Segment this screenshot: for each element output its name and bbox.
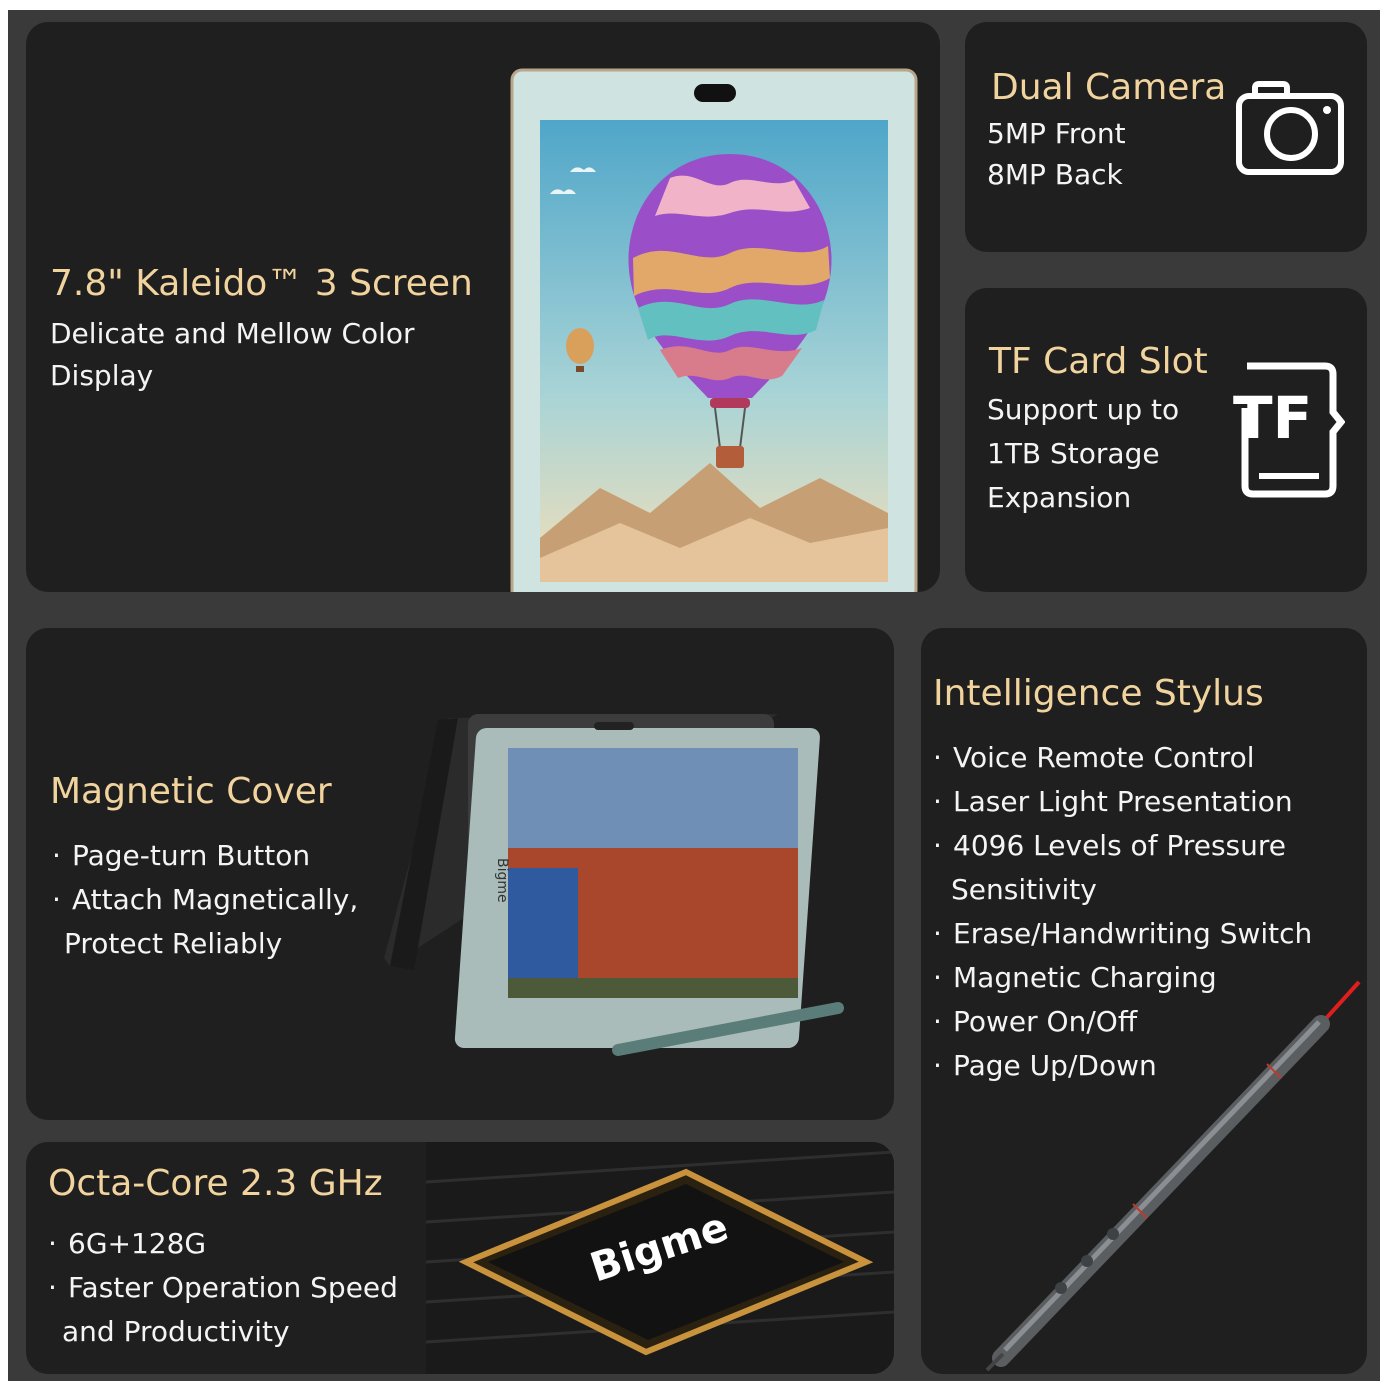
stylus-item-label: Voice Remote Control [953, 741, 1255, 774]
bullet: · [48, 1227, 57, 1260]
stylus-item-3: · 4096 Levels of Pressure [933, 824, 1286, 868]
bullet: · [933, 917, 942, 950]
bullet: · [933, 785, 942, 818]
tf-card-card: TF Card Slot Support up to 1TB Storage E… [965, 288, 1367, 592]
cover-item-1: · Page-turn Button [52, 834, 310, 878]
tf-card-line-3: Expansion [987, 481, 1132, 514]
screen-card: 7.8" Kaleido™ 3 Screen Delicate and Mell… [26, 22, 940, 592]
stylus-item-4: · Erase/Handwriting Switch [933, 912, 1312, 956]
cpu-item-2: · Faster Operation Speed [48, 1266, 398, 1310]
stylus-pen-image [985, 980, 1361, 1372]
cpu-item-1: · 6G+128G [48, 1222, 206, 1266]
screen-title: 7.8" Kaleido™ 3 Screen [50, 263, 473, 304]
cpu-card: Octa-Core 2.3 GHz · 6G+128G · Faster Opera… [26, 1142, 894, 1374]
processor-chip-image: Bigme [426, 1142, 894, 1374]
tf-card-title: TF Card Slot [989, 341, 1208, 382]
cover-title: Magnetic Cover [50, 771, 332, 812]
stylus-item-2: · Laser Light Presentation [933, 780, 1293, 824]
screen-desc-line-2: Display [50, 359, 154, 392]
stylus-item-1: · Voice Remote Control [933, 736, 1255, 780]
tf-card-icon: TF [1233, 362, 1345, 498]
stylus-title: Intelligence Stylus [933, 673, 1264, 714]
camera-front-spec: 5MP Front [987, 117, 1126, 150]
bullet: · [933, 961, 942, 994]
bullet: · [52, 883, 61, 916]
cpu-item-label: Faster Operation Speed [68, 1271, 398, 1304]
stylus-item-label: Erase/Handwriting Switch [953, 917, 1313, 950]
cover-item-2: · Attach Magnetically, [52, 878, 358, 922]
bullet: · [933, 1005, 942, 1038]
tablet-brand-label: Bigme [494, 858, 510, 903]
cover-card: Magnetic Cover · Page-turn Button · Attach… [26, 628, 894, 1120]
stylus-item-label: 4096 Levels of Pressure [953, 829, 1287, 862]
cover-item-label: Page-turn Button [72, 839, 311, 872]
cpu-item-label: 6G+128G [68, 1227, 207, 1260]
bullet: · [933, 1049, 942, 1082]
bullet: · [933, 741, 942, 774]
camera-icon [1236, 81, 1344, 175]
cover-item-continuation: Protect Reliably [64, 927, 283, 960]
screen-desc-line-1: Delicate and Mellow Color [50, 317, 415, 350]
bullet: · [52, 839, 61, 872]
tf-card-line-1: Support up to [987, 393, 1180, 426]
stylus-item-continuation: Sensitivity [951, 873, 1097, 906]
stylus-item-label: Laser Light Presentation [953, 785, 1293, 818]
cpu-item-continuation: and Productivity [62, 1315, 290, 1348]
bullet: · [48, 1271, 57, 1304]
cover-item-label: Attach Magnetically, [72, 883, 359, 916]
tf-card-icon-label: TF [1233, 384, 1312, 452]
bullet: · [933, 829, 942, 862]
stylus-card: Intelligence Stylus · Voice Remote Contro… [921, 628, 1367, 1374]
camera-back-spec: 8MP Back [987, 158, 1123, 191]
cpu-title: Octa-Core 2.3 GHz [48, 1163, 383, 1204]
camera-title: Dual Camera [991, 67, 1227, 108]
camera-card: Dual Camera 5MP Front 8MP Back [965, 22, 1367, 252]
ereader-balloon-image [510, 68, 918, 592]
tablet-with-cover-image: Bigme [384, 714, 844, 1056]
tf-card-line-2: 1TB Storage [987, 437, 1160, 470]
